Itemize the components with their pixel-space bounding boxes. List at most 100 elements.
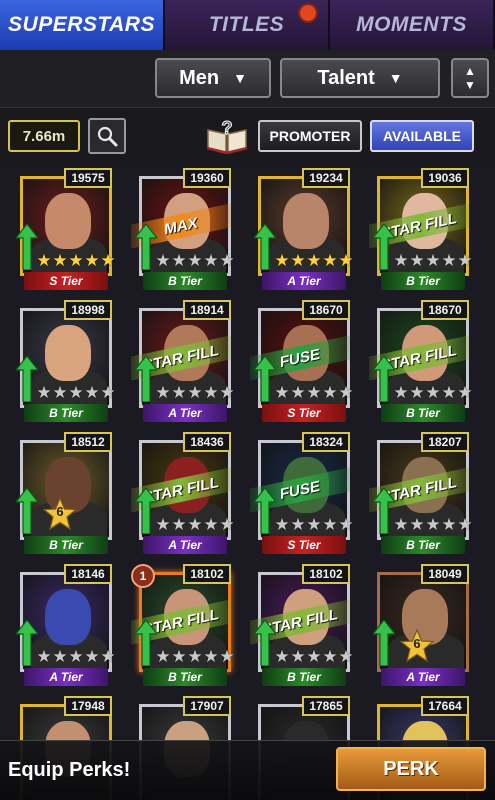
superstar-card[interactable]: 18914 STAR FILL ★ ★ ★ ★ ★ A Tier — [131, 300, 235, 422]
superstar-card[interactable]: 18102 STAR FILL ★ ★ ★ ★ ★ B Tier — [250, 564, 354, 686]
talent-score: 18670 — [302, 300, 350, 320]
superstar-card[interactable]: 19234 ★ ★ ★ ★ ★ A Tier — [250, 168, 354, 290]
star-icon: ★ — [100, 251, 116, 270]
promoter-button[interactable]: PROMOTER — [258, 120, 362, 152]
magnifier-icon — [97, 126, 118, 147]
star-icon: ★ — [306, 383, 322, 402]
talent-score: 18207 — [421, 432, 469, 452]
star-icon: ★ — [322, 383, 338, 402]
talent-score: 19575 — [64, 168, 112, 188]
star-icon: ★ — [274, 515, 290, 534]
chevron-down-icon: ▼ — [388, 70, 403, 86]
talent-score: 18998 — [64, 300, 112, 320]
talent-score: 19360 — [183, 168, 231, 188]
talent-score: 18670 — [421, 300, 469, 320]
star-icon: ★ — [84, 383, 100, 402]
superstar-card[interactable]: 18146 ★ ★ ★ ★ ★ A Tier — [12, 564, 116, 686]
currency-display: 7.66m — [8, 120, 80, 152]
notification-dot — [298, 3, 318, 23]
tier-label: B Tier — [381, 272, 465, 290]
tier-label: B Tier — [262, 668, 346, 686]
star-rating: ★ ★ ★ ★ ★ — [274, 384, 354, 402]
superstar-face — [45, 589, 91, 645]
superstar-card[interactable]: 18102 1 STAR FILL ★ ★ ★ ★ ★ B Tier — [131, 564, 235, 686]
perk-button[interactable]: PERK — [336, 747, 486, 791]
star-icon: ★ — [155, 647, 171, 666]
star-icon: ★ — [441, 515, 457, 534]
star-icon: ★ — [338, 515, 354, 534]
sort-dropdown[interactable]: Talent ▼ — [280, 58, 440, 98]
star-icon: ★ — [171, 251, 187, 270]
star-icon: ★ — [425, 515, 441, 534]
superstar-card[interactable]: 18512 6 B Tier — [12, 432, 112, 554]
tab-titles[interactable]: TITLES — [165, 0, 330, 50]
star-icon: ★ — [68, 251, 84, 270]
talent-score: 18324 — [302, 432, 350, 452]
star-icon: ★ — [171, 383, 187, 402]
talent-score: 19036 — [421, 168, 469, 188]
tier-label: B Tier — [143, 668, 227, 686]
star-icon: ★ — [425, 251, 441, 270]
superstar-card[interactable]: 18670 FUSE ★ ★ ★ ★ ★ S Tier — [250, 300, 354, 422]
star-icon: ★ — [155, 251, 171, 270]
help-book-button[interactable]: ? — [206, 118, 248, 155]
star-icon: ★ — [171, 515, 187, 534]
talent-score: 18914 — [183, 300, 231, 320]
star-icon: ★ — [338, 251, 354, 270]
tier-label: A Tier — [24, 668, 108, 686]
star-icon: ★ — [52, 383, 68, 402]
star-icon: ★ — [441, 251, 457, 270]
star-rating: ★ ★ ★ ★ ★ — [393, 252, 473, 270]
superstar-card[interactable]: 19036 STAR FILL ★ ★ ★ ★ ★ B Tier — [369, 168, 473, 290]
upgrade-arrow-icon — [373, 356, 395, 402]
star-icon: ★ — [274, 383, 290, 402]
star-icon: ★ — [274, 251, 290, 270]
talent-score: 17948 — [64, 696, 112, 716]
star-level-icon: 6 — [42, 496, 78, 532]
talent-score: 18146 — [64, 564, 112, 584]
tier-label: A Tier — [143, 536, 227, 554]
superstar-card[interactable]: 18670 STAR FILL ★ ★ ★ ★ ★ B Tier — [369, 300, 473, 422]
superstar-card[interactable]: 18207 STAR FILL ★ ★ ★ ★ ★ B Tier — [369, 432, 473, 554]
talent-score: 18049 — [421, 564, 469, 584]
star-icon: ★ — [36, 251, 52, 270]
equip-perks-text: Equip Perks! — [8, 759, 131, 781]
sort-dropdown-value: Talent — [317, 66, 375, 89]
upgrade-arrow-icon — [373, 620, 395, 666]
tier-label: B Tier — [143, 272, 227, 290]
superstar-card[interactable]: 18998 ★ ★ ★ ★ ★ B Tier — [12, 300, 116, 422]
gender-dropdown[interactable]: Men ▼ — [155, 58, 271, 98]
star-rating: ★ ★ ★ ★ ★ — [155, 648, 235, 666]
star-icon: ★ — [457, 515, 473, 534]
star-rating: ★ ★ ★ ★ ★ — [393, 516, 473, 534]
star-rating: ★ ★ ★ ★ ★ — [274, 648, 354, 666]
superstar-card[interactable]: 18049 6 A Tier — [369, 564, 469, 686]
tab-titles-label: TITLES — [208, 13, 285, 36]
tab-superstars[interactable]: SUPERSTARS — [0, 0, 165, 50]
star-icon: ★ — [441, 383, 457, 402]
svg-text:?: ? — [222, 118, 233, 138]
talent-score: 17865 — [302, 696, 350, 716]
star-icon: ★ — [187, 647, 203, 666]
superstar-card[interactable]: 19360 MAX ★ ★ ★ ★ ★ B Tier — [131, 168, 235, 290]
talent-score: 17664 — [421, 696, 469, 716]
available-button[interactable]: AVAILABLE — [370, 120, 474, 152]
tier-label: B Tier — [24, 404, 108, 422]
tier-label: B Tier — [381, 404, 465, 422]
sort-up-icon: ▲ — [464, 64, 476, 78]
star-icon: ★ — [52, 251, 68, 270]
upgrade-arrow-icon — [254, 488, 276, 534]
sort-order-button[interactable]: ▲ ▼ — [451, 58, 489, 98]
tier-label: S Tier — [24, 272, 108, 290]
star-icon: ★ — [187, 251, 203, 270]
star-icon: ★ — [274, 647, 290, 666]
tab-moments[interactable]: MOMENTS — [330, 0, 495, 50]
talent-score: 18512 — [64, 432, 112, 452]
star-rating: ★ ★ ★ ★ ★ — [155, 516, 235, 534]
superstar-card[interactable]: 18324 FUSE ★ ★ ★ ★ ★ S Tier — [250, 432, 354, 554]
superstar-card[interactable]: 19575 ★ ★ ★ ★ ★ S Tier — [12, 168, 116, 290]
superstar-card[interactable]: 18436 STAR FILL ★ ★ ★ ★ ★ A Tier — [131, 432, 235, 554]
upgrade-arrow-icon — [135, 224, 157, 270]
chevron-down-icon: ▼ — [233, 70, 247, 86]
search-button[interactable] — [88, 118, 126, 154]
